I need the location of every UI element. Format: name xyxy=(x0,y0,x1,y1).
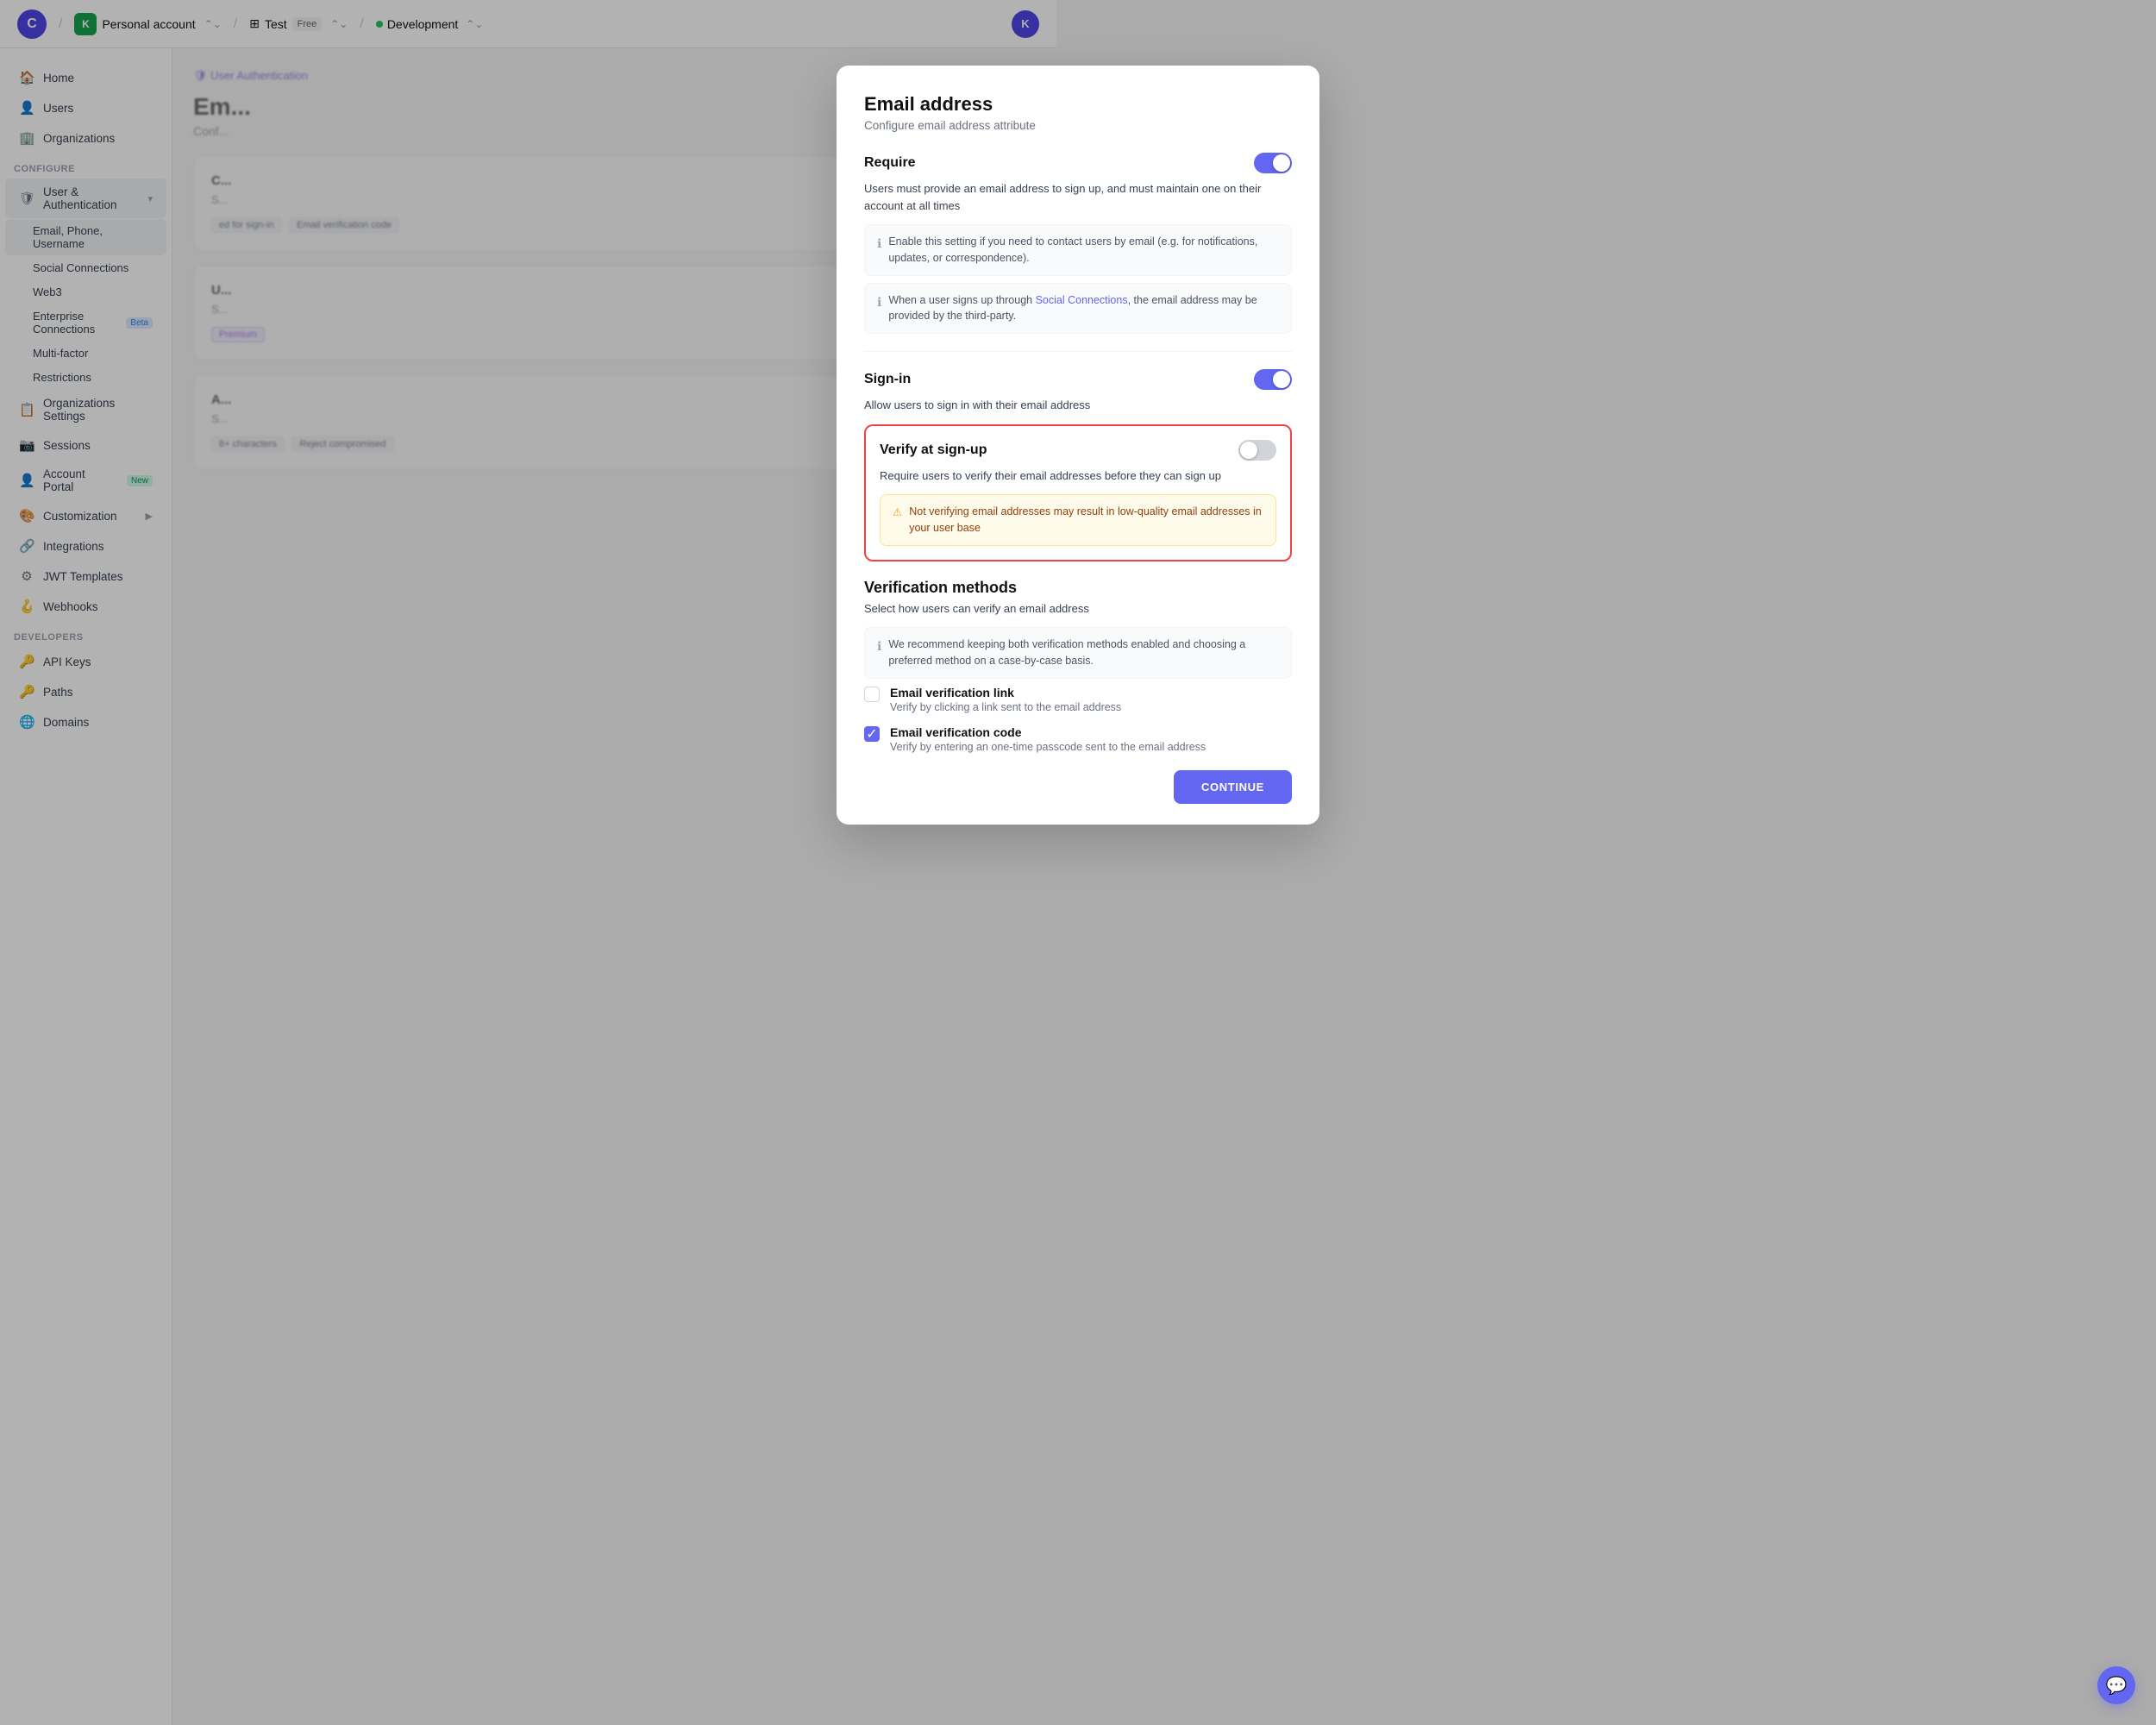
require-label: Require xyxy=(864,155,916,171)
info-icon-1: ℹ xyxy=(877,235,881,253)
email-link-desc: Verify by clicking a link sent to the em… xyxy=(890,701,1121,713)
verify-warning: ⚠ Not verifying email addresses may resu… xyxy=(880,494,1276,546)
signin-label: Sign-in xyxy=(864,372,911,387)
verification-methods-desc: Select how users can verify an email add… xyxy=(864,600,1292,618)
info-icon-3: ℹ xyxy=(877,637,881,656)
verify-section-header: Verify at sign-up xyxy=(880,440,1276,461)
verify-toggle-knob xyxy=(1240,442,1257,459)
email-code-option: ✓ Email verification code Verify by ente… xyxy=(864,725,1292,753)
require-toggle[interactable] xyxy=(1254,153,1292,173)
email-link-label: Email verification link xyxy=(890,686,1121,699)
signin-toggle-knob xyxy=(1273,371,1290,388)
continue-button[interactable]: CONTINUE xyxy=(1174,770,1292,804)
require-info-1-text: Enable this setting if you need to conta… xyxy=(888,234,1279,267)
require-toggle-knob xyxy=(1273,154,1290,172)
warn-icon: ⚠ xyxy=(893,505,902,521)
email-code-label: Email verification code xyxy=(890,725,1206,739)
signin-toggle[interactable] xyxy=(1254,369,1292,390)
require-section-header: Require xyxy=(864,153,1292,173)
verification-methods-section: Verification methods Select how users ca… xyxy=(864,579,1292,753)
email-code-desc: Verify by entering an one-time passcode … xyxy=(890,741,1206,753)
verify-section: Verify at sign-up Require users to verif… xyxy=(864,424,1292,561)
modal-subtitle: Configure email address attribute xyxy=(864,119,1292,132)
require-info-2: ℹ When a user signs up through Social Co… xyxy=(864,283,1292,335)
verify-label: Verify at sign-up xyxy=(880,442,987,458)
modal-footer: CONTINUE xyxy=(864,770,1292,804)
modal-title: Email address xyxy=(864,93,1292,116)
divider-1 xyxy=(864,351,1292,352)
modal-overlay: Email address Configure email address at… xyxy=(0,0,2156,1725)
verify-warning-text: Not verifying email addresses may result… xyxy=(909,504,1263,536)
require-description: Users must provide an email address to s… xyxy=(864,180,1292,214)
email-code-checkbox[interactable]: ✓ xyxy=(864,726,880,742)
require-info-1: ℹ Enable this setting if you need to con… xyxy=(864,224,1292,276)
email-link-option: Email verification link Verify by clicki… xyxy=(864,686,1292,713)
verify-description: Require users to verify their email addr… xyxy=(880,467,1276,485)
require-info-2-text: When a user signs up through Social Conn… xyxy=(888,292,1279,325)
social-connections-link[interactable]: Social Connections xyxy=(1036,294,1128,306)
email-link-text: Email verification link Verify by clicki… xyxy=(890,686,1121,713)
email-address-modal: Email address Configure email address at… xyxy=(837,66,1319,825)
chat-bubble[interactable]: 💬 xyxy=(2097,1666,2135,1704)
email-code-text: Email verification code Verify by enteri… xyxy=(890,725,1206,753)
verification-methods-info: ℹ We recommend keeping both verification… xyxy=(864,627,1292,679)
verify-toggle[interactable] xyxy=(1238,440,1276,461)
verification-methods-info-text: We recommend keeping both verification m… xyxy=(888,637,1279,669)
signin-section-header: Sign-in xyxy=(864,369,1292,390)
email-link-checkbox[interactable] xyxy=(864,687,880,702)
verification-methods-title: Verification methods xyxy=(864,579,1292,597)
signin-description: Allow users to sign in with their email … xyxy=(864,397,1292,414)
info-icon-2: ℹ xyxy=(877,293,881,311)
